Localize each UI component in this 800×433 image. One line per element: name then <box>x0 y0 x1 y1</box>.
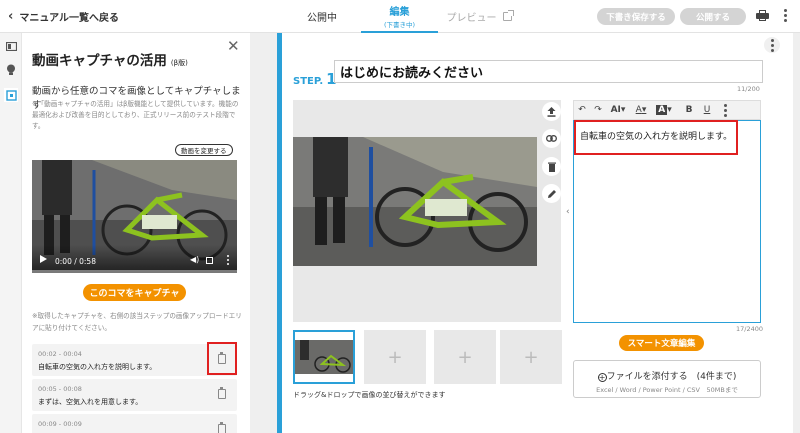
chevron-left-icon: ‹ <box>8 9 14 24</box>
side-rail <box>0 33 22 433</box>
editor-area: STEP. 1 はじめにお読みください 11/200 ‹ + + + ドラッグ&… <box>250 33 800 433</box>
video-more-icon[interactable] <box>227 255 230 265</box>
clipboard-icon[interactable] <box>218 387 226 399</box>
thumbnail-reorder-note: ドラッグ&ドロップで画像の並び替えができます <box>293 391 446 399</box>
video-player[interactable]: 0:00 / 0:58 ◀) <box>32 160 237 273</box>
capture-frame-button[interactable]: このコマをキャプチャ <box>83 284 186 301</box>
back-to-list-link[interactable]: ‹ マニュアル一覧へ戻る <box>8 9 119 24</box>
attach-limits: Excel / Word / Power Point / CSV 50MBまで <box>596 386 738 394</box>
step-card: STEP. 1 はじめにお読みください 11/200 ‹ + + + ドラッグ&… <box>277 33 793 433</box>
panel-title: 動画キャプチャの活用 (β版) <box>32 49 188 69</box>
plus-circle-icon: + <box>597 373 607 382</box>
ai-icon[interactable]: AI ▾ <box>606 105 630 115</box>
clipboard-icon[interactable] <box>218 422 226 433</box>
publish-button[interactable]: 公開する <box>680 8 746 25</box>
collapse-chevron-icon[interactable]: ‹ <box>566 207 570 217</box>
step-number: STEP. 1 <box>293 70 337 88</box>
close-icon[interactable]: ✕ <box>227 37 240 55</box>
highlight-box <box>207 342 237 375</box>
step-image <box>293 137 537 266</box>
tab-preview-label: プレビュー <box>446 13 497 24</box>
tab-published[interactable]: 公開中 <box>300 0 344 33</box>
lightbulb-icon[interactable] <box>4 63 18 77</box>
tab-edit-label: 編集 <box>389 6 410 18</box>
volume-icon[interactable]: ◀) <box>190 255 199 264</box>
image-upload-area[interactable] <box>293 100 561 322</box>
back-label: マニュアル一覧へ戻る <box>19 13 120 24</box>
attach-label-text: ファイルを添付する (4件まで) <box>606 372 737 382</box>
tab-edit-sublabel: (下書き中) <box>383 20 416 29</box>
clip-text: まずは、空気入れを用意します。 <box>38 398 143 406</box>
tab-preview[interactable]: プレビュー <box>444 0 514 33</box>
printer-icon[interactable] <box>756 10 769 21</box>
thumbnail-add[interactable]: + <box>500 330 562 384</box>
ai-label: AI <box>610 105 621 115</box>
beta-note: ※「動画キャプチャの活用」はβ版機能として提供しています。機能の最適化および改善… <box>32 100 239 130</box>
top-bar: ‹ マニュアル一覧へ戻る 公開中 編集 (下書き中) プレビュー 下書き保存する… <box>0 0 800 33</box>
highlight-color-icon[interactable]: A ▾ <box>652 105 676 115</box>
thumbnail-add[interactable]: + <box>364 330 426 384</box>
highlight-color-label: A <box>656 105 668 115</box>
beta-badge: (β版) <box>170 59 188 67</box>
tab-edit[interactable]: 編集 (下書き中) <box>361 0 438 33</box>
panel-title-text: 動画キャプチャの活用 <box>32 53 167 69</box>
trash-icon[interactable] <box>542 157 561 176</box>
tab-published-label: 公開中 <box>307 13 337 24</box>
fullscreen-icon[interactable] <box>206 257 213 264</box>
attach-file-button[interactable]: +ファイルを添付する (4件まで) Excel / Word / Power P… <box>573 360 761 398</box>
clip-time: 00:02 - 00:04 <box>38 350 82 358</box>
highlight-box <box>574 120 738 155</box>
video-capture-panel: 動画キャプチャの活用 (β版) ✕ 動画から任意のコマを画像としてキャプチャします… <box>22 33 250 433</box>
clip-item[interactable]: 00:09 - 00:09 <box>32 414 237 433</box>
more-vert-icon[interactable] <box>784 9 787 22</box>
font-color-icon[interactable]: A ▾ <box>630 105 652 115</box>
external-link-icon <box>502 10 514 21</box>
undo-icon[interactable]: ↶ <box>574 105 590 115</box>
capture-icon[interactable] <box>4 88 18 102</box>
book-icon[interactable] <box>4 39 18 53</box>
thumbnail-selected[interactable] <box>293 330 355 384</box>
clip-time: 00:09 - 00:09 <box>38 420 82 428</box>
step-title-input[interactable]: はじめにお読みください <box>334 60 763 83</box>
editor-more-icon[interactable] <box>716 103 734 117</box>
save-draft-button[interactable]: 下書き保存する <box>597 8 675 25</box>
redo-icon[interactable]: ↷ <box>590 105 606 115</box>
capture-note: ※取得したキャプチャを、右側の該当ステップの画像アップロードエリアに貼り付けてく… <box>32 312 242 332</box>
change-video-button[interactable]: 動画を変更する <box>175 144 233 156</box>
play-icon[interactable] <box>40 255 47 263</box>
link-icon[interactable] <box>542 129 561 148</box>
title-char-count: 11/200 <box>737 85 760 93</box>
video-time: 0:00 / 0:58 <box>55 257 96 266</box>
underline-icon[interactable]: U <box>698 105 716 115</box>
thumbnail-add[interactable]: + <box>434 330 496 384</box>
editor-char-count: 17/2400 <box>736 325 764 333</box>
editor-toolbar: ↶ ↷ AI ▾ A ▾ A ▾ B U <box>573 100 761 120</box>
video-progress-bar[interactable] <box>32 270 237 273</box>
font-color-label: A <box>635 105 642 115</box>
clip-time: 00:05 - 00:08 <box>38 385 82 393</box>
step-more-icon[interactable] <box>764 37 780 53</box>
pencil-icon[interactable] <box>542 184 561 203</box>
clip-item[interactable]: 00:05 - 00:08 まずは、空気入れを用意します。 <box>32 379 237 411</box>
step-label: STEP. <box>293 76 324 87</box>
upload-icon[interactable] <box>542 102 561 121</box>
bold-icon[interactable]: B <box>680 105 698 115</box>
clip-text: 自転車の空気の入れ方を説明します。 <box>38 363 157 371</box>
attach-label: +ファイルを添付する (4件まで) <box>574 369 760 382</box>
smart-edit-button[interactable]: スマート文章編集 <box>619 335 704 351</box>
